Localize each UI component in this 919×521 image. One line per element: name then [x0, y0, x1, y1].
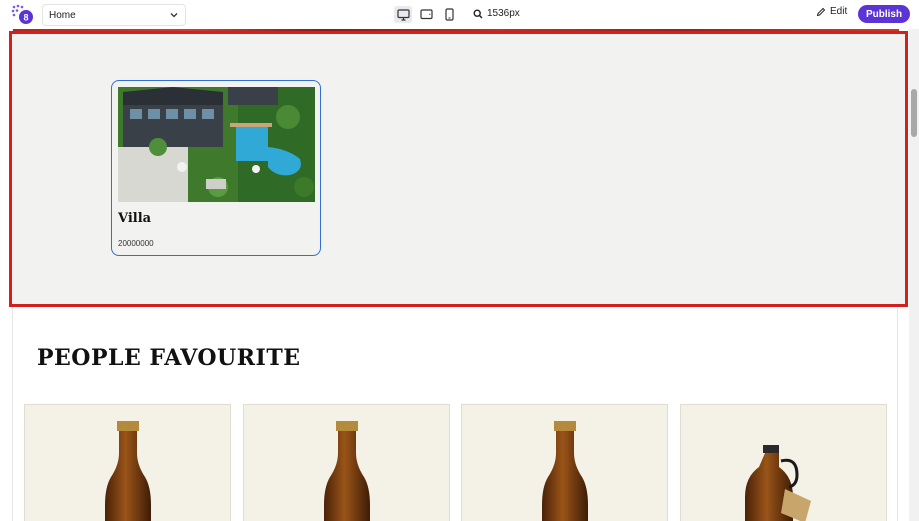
beer-bottle-image — [105, 421, 151, 521]
product-card[interactable] — [461, 404, 668, 521]
vertical-scrollbar[interactable] — [909, 29, 919, 521]
edit-button[interactable]: Edit — [816, 6, 847, 17]
product-card[interactable] — [24, 404, 231, 521]
search-icon — [473, 8, 483, 19]
beer-bottle-image — [542, 421, 588, 521]
desktop-view-button[interactable] — [394, 6, 412, 23]
zoom-indicator[interactable]: 1536px — [473, 8, 520, 19]
listing-price: 20000000 — [118, 239, 154, 248]
publish-button[interactable]: Publish — [858, 5, 910, 23]
pencil-icon — [816, 7, 826, 16]
people-favourite-heading: PEOPLE FAVOURITE — [37, 345, 301, 371]
editor-canvas: PEOPLE FAVOURITE Villa 20000000 — [0, 29, 919, 521]
product-card[interactable] — [243, 404, 450, 521]
device-switcher — [394, 6, 458, 23]
scrollbar-thumb[interactable] — [911, 89, 917, 137]
tablet-view-button[interactable] — [417, 6, 435, 23]
tablet-icon — [419, 9, 433, 20]
zoom-label: 1536px — [487, 8, 520, 19]
editor-toolbar: 8 Home 1536px Edit Publish — [0, 0, 919, 29]
villa-photo — [118, 87, 315, 202]
chevron-down-icon — [170, 13, 178, 18]
selected-section[interactable]: Villa 20000000 — [9, 31, 908, 307]
desktop-icon — [396, 8, 410, 21]
app-logo-icon[interactable]: 8 — [10, 4, 34, 26]
product-card[interactable] — [680, 404, 887, 521]
svg-text:8: 8 — [23, 13, 28, 23]
listing-card[interactable]: Villa 20000000 — [111, 80, 321, 256]
listing-title: Villa — [118, 211, 152, 226]
page-select[interactable]: Home — [42, 4, 186, 26]
page-select-value: Home — [49, 9, 76, 21]
mobile-icon — [444, 8, 454, 21]
beer-bottle-image — [324, 421, 370, 521]
edit-label: Edit — [830, 6, 848, 17]
mobile-view-button[interactable] — [440, 6, 458, 23]
growler-image — [745, 445, 811, 521]
